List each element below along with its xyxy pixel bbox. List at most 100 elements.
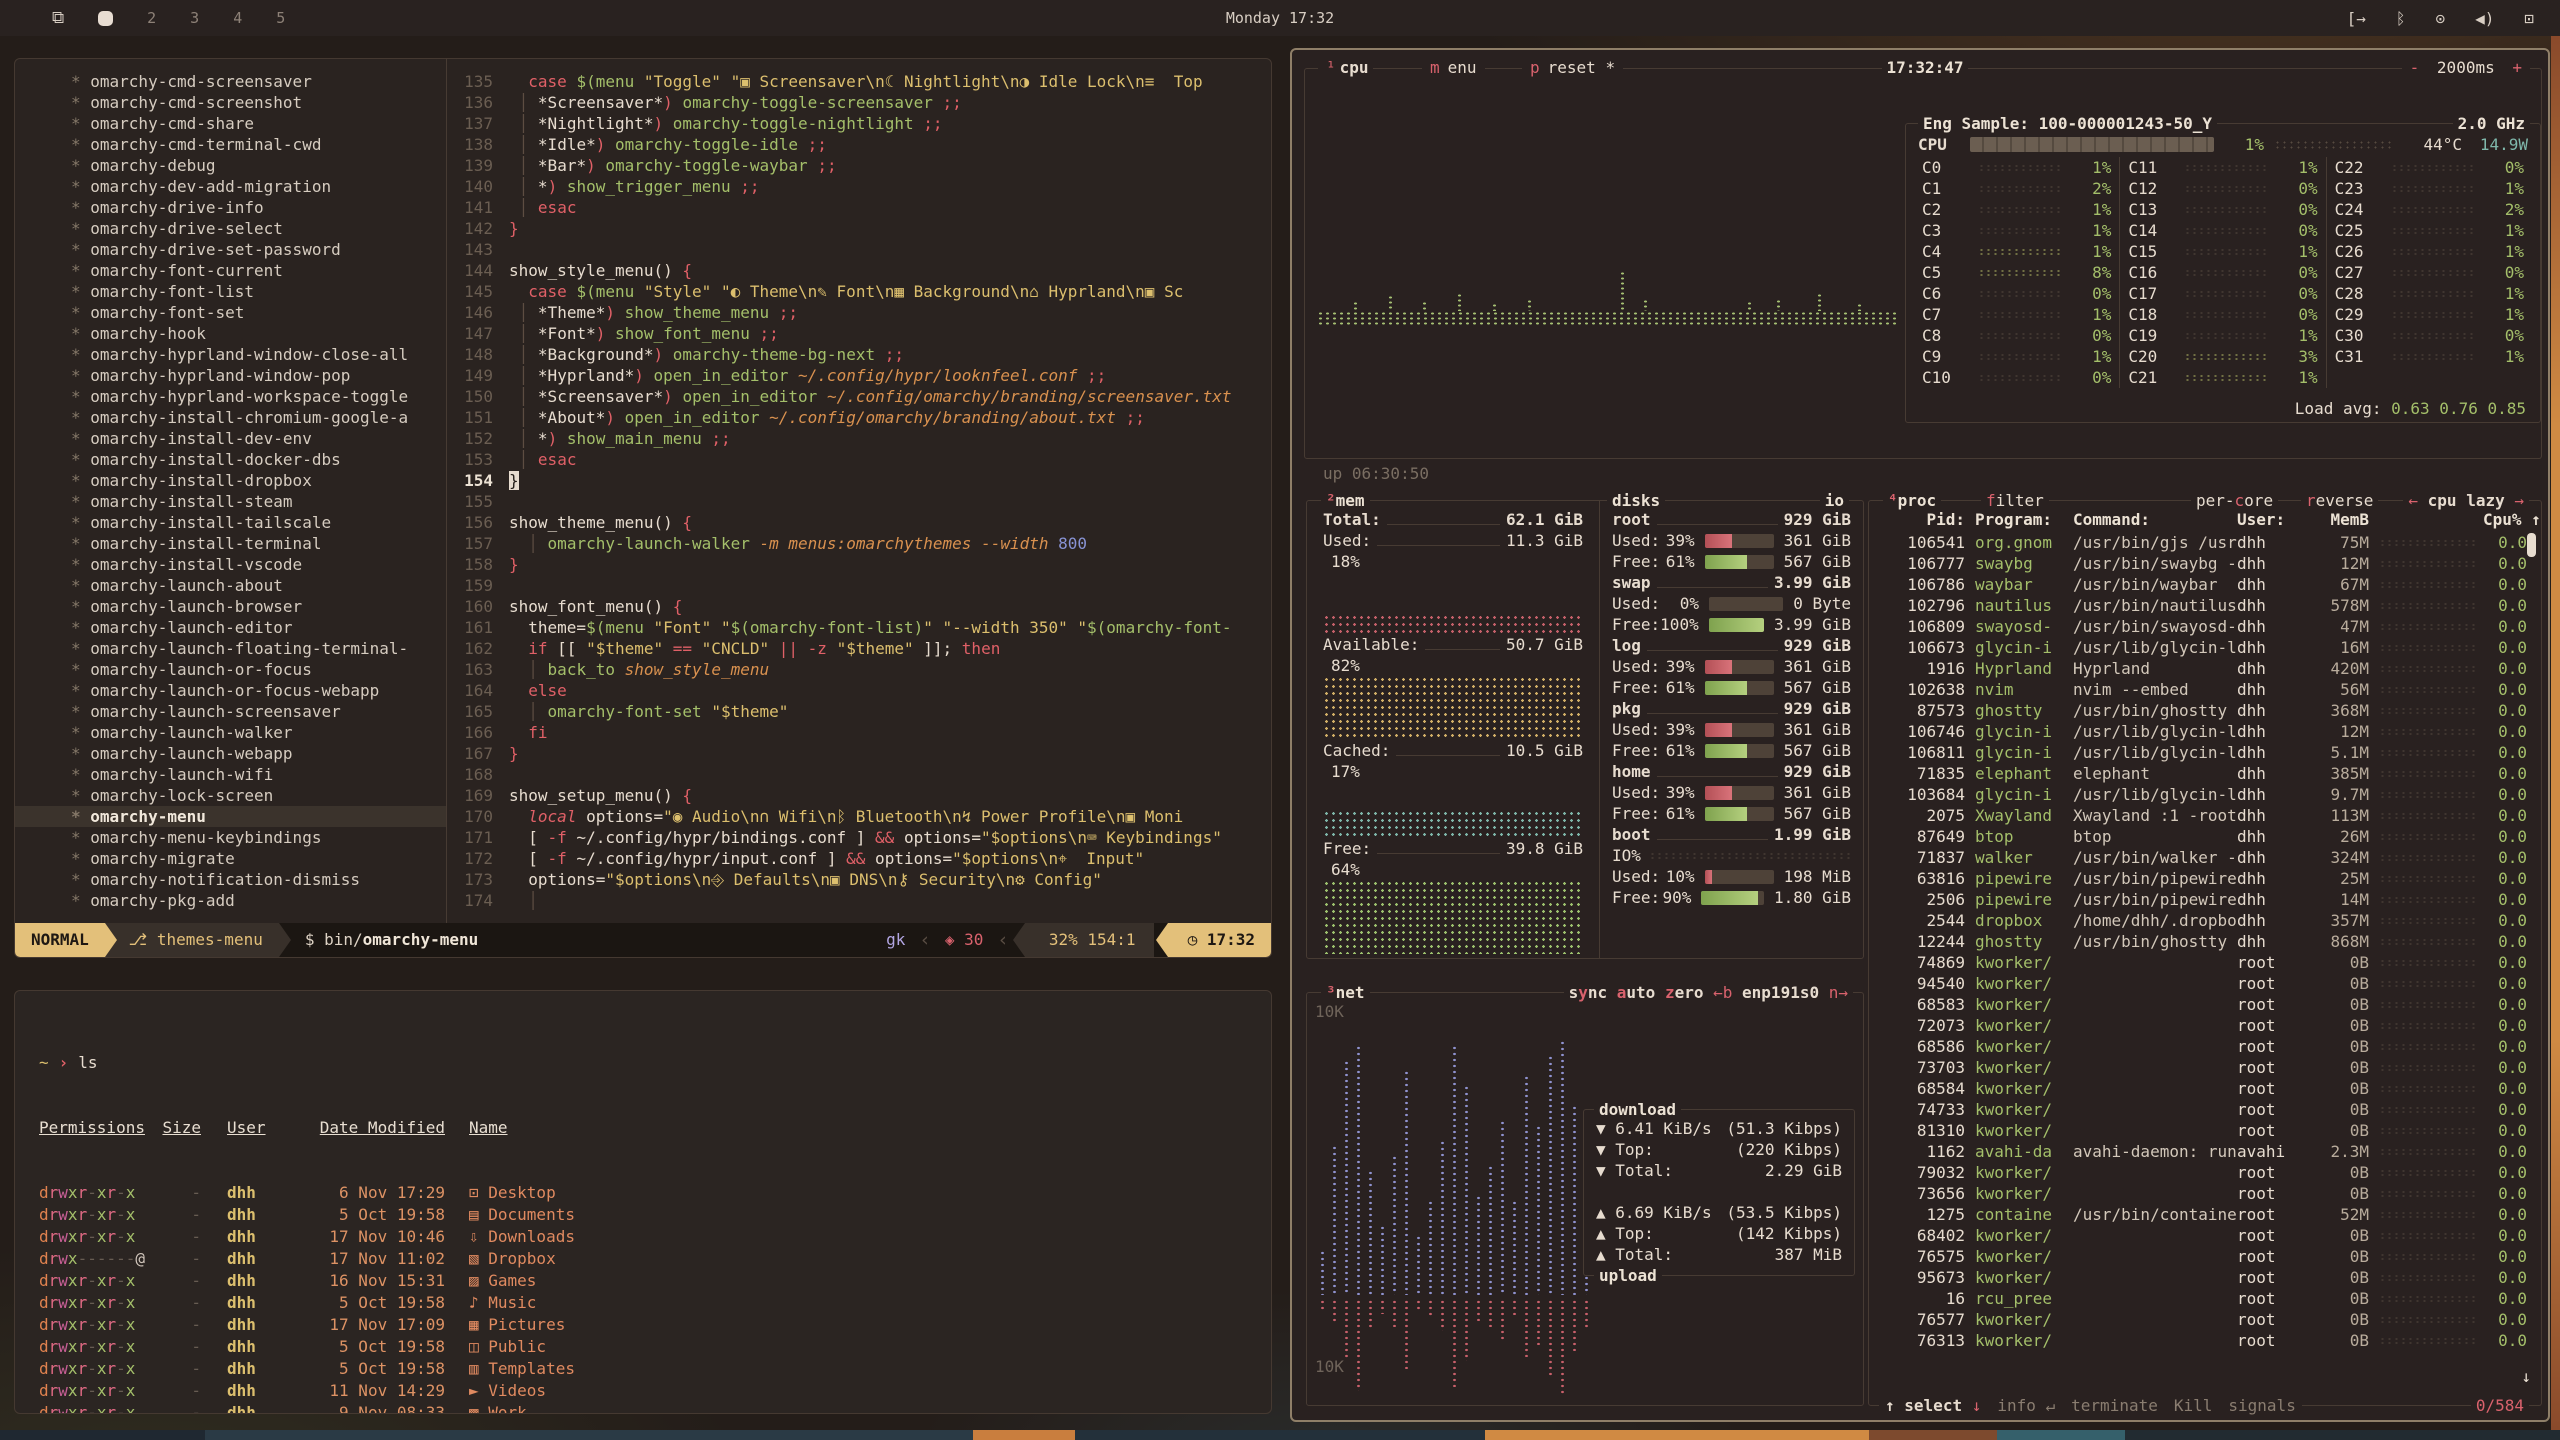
- process-row[interactable]: 68402kworker/root0B0.0: [1879, 1225, 2527, 1246]
- file-item[interactable]: * omarchy-hook: [71, 323, 446, 344]
- proc-scrollbar[interactable]: [2527, 533, 2536, 557]
- code-line[interactable]: 172 [ -f ~/.config/hypr/input.conf ] && …: [447, 848, 1271, 869]
- code-line[interactable]: 157 │ omarchy-launch-walker -m menus:oma…: [447, 533, 1271, 554]
- process-row[interactable]: 1916HyprlandHyprlanddhh420M0.0: [1879, 658, 2527, 679]
- file-item[interactable]: * omarchy-install-vscode: [71, 554, 446, 575]
- process-row[interactable]: 81310kworker/root0B0.0: [1879, 1120, 2527, 1141]
- process-row[interactable]: 76575kworker/root0B0.0: [1879, 1246, 2527, 1267]
- process-row[interactable]: 106777swaybg/usr/bin/swaybg -i /homdhh12…: [1879, 553, 2527, 574]
- code-line[interactable]: 143: [447, 239, 1271, 260]
- file-item[interactable]: * omarchy-menu: [15, 806, 446, 827]
- file-item[interactable]: * omarchy-menu-keybindings: [71, 827, 446, 848]
- process-row[interactable]: 68586kworker/root0B0.0: [1879, 1036, 2527, 1057]
- code-line[interactable]: 154}: [447, 470, 1271, 491]
- code-line[interactable]: 150 │ *Screensaver*) open_in_editor ~/.c…: [447, 386, 1271, 407]
- file-item[interactable]: * omarchy-drive-info: [71, 197, 446, 218]
- process-row[interactable]: 106811glycin-i/usr/lib/glycin-loadersdhh…: [1879, 742, 2527, 763]
- proc-percore-toggle[interactable]: per-core: [2191, 490, 2278, 511]
- code-line[interactable]: 142}: [447, 218, 1271, 239]
- process-row[interactable]: 94540kworker/root0B0.0: [1879, 973, 2527, 994]
- code-line[interactable]: 167}: [447, 743, 1271, 764]
- code-line[interactable]: 171 [ -f ~/.config/hypr/bindings.conf ] …: [447, 827, 1271, 848]
- process-row[interactable]: 76577kworker/root0B0.0: [1879, 1309, 2527, 1330]
- code-line[interactable]: 138 │ *Idle*) omarchy-toggle-idle ;;: [447, 134, 1271, 155]
- file-item[interactable]: * omarchy-launch-wifi: [71, 764, 446, 785]
- file-item[interactable]: * omarchy-launch-floating-terminal-: [71, 638, 446, 659]
- file-item[interactable]: * omarchy-debug: [71, 155, 446, 176]
- code-line[interactable]: 162 if [[ "$theme" == "CNCLD" || -z "$th…: [447, 638, 1271, 659]
- process-row[interactable]: 87649btopbtopdhh26M0.0: [1879, 826, 2527, 847]
- bluetooth-icon[interactable]: ᛒ: [2396, 9, 2406, 28]
- file-item[interactable]: * omarchy-hyprland-window-close-all: [71, 344, 446, 365]
- proc-reverse-toggle[interactable]: reverse: [2301, 490, 2378, 511]
- process-row[interactable]: 68583kworker/root0B0.0: [1879, 994, 2527, 1015]
- code-line[interactable]: 148 │ *Background*) omarchy-theme-bg-nex…: [447, 344, 1271, 365]
- code-line[interactable]: 152 │ *) show_main_menu ;;: [447, 428, 1271, 449]
- process-row[interactable]: 79032kworker/root0B0.0: [1879, 1162, 2527, 1183]
- workspace-1-active[interactable]: [98, 11, 113, 26]
- signals-control[interactable]: signals: [2228, 1395, 2295, 1416]
- select-control[interactable]: ↑ select ↓: [1885, 1395, 1981, 1416]
- code-line[interactable]: 144show_style_menu() {: [447, 260, 1271, 281]
- process-row[interactable]: 106746glycin-i/usr/lib/glycin-loadersdhh…: [1879, 721, 2527, 742]
- file-item[interactable]: * omarchy-launch-browser: [71, 596, 446, 617]
- proc-filter[interactable]: filter: [1981, 490, 2049, 511]
- code-line[interactable]: 146 │ *Theme*) show_theme_menu ;;: [447, 302, 1271, 323]
- workspace-3[interactable]: 3: [190, 9, 199, 27]
- file-item[interactable]: * omarchy-drive-select: [71, 218, 446, 239]
- code-line[interactable]: 163 │ back_to show_style_menu: [447, 659, 1271, 680]
- scroll-down-indicator[interactable]: ↓: [2521, 1366, 2531, 1387]
- file-item[interactable]: * omarchy-cmd-screensaver: [71, 71, 446, 92]
- file-item[interactable]: * omarchy-launch-editor: [71, 617, 446, 638]
- code-line[interactable]: 159: [447, 575, 1271, 596]
- code-line[interactable]: 139 │ *Bar*) omarchy-toggle-waybar ;;: [447, 155, 1271, 176]
- process-row[interactable]: 103684glycin-i/usr/lib/glycin-loadersdhh…: [1879, 784, 2527, 805]
- process-row[interactable]: 16rcu_preeroot0B0.0: [1879, 1288, 2527, 1309]
- process-row[interactable]: 106673glycin-i/usr/lib/glycin-loadersdhh…: [1879, 637, 2527, 658]
- btop-preset-button[interactable]: preset *: [1522, 57, 1623, 78]
- process-row[interactable]: 2544dropbox/home/dhh/.dropbox-distdhh357…: [1879, 910, 2527, 931]
- workspace-2[interactable]: 2: [147, 9, 156, 27]
- file-item[interactable]: * omarchy-launch-screensaver: [71, 701, 446, 722]
- chip-icon[interactable]: ⊡: [2524, 9, 2534, 28]
- process-row[interactable]: 106786waybar/usr/bin/waybardhh67M0.0: [1879, 574, 2527, 595]
- file-item[interactable]: * omarchy-install-tailscale: [71, 512, 446, 533]
- code-line[interactable]: 165 │ omarchy-font-set "$theme": [447, 701, 1271, 722]
- file-item[interactable]: * omarchy-hyprland-workspace-toggle: [71, 386, 446, 407]
- interval-control[interactable]: - 2000ms +: [2402, 57, 2530, 78]
- code-line[interactable]: 158}: [447, 554, 1271, 575]
- process-row[interactable]: 12244ghostty/usr/bin/ghostty --gtk-dhh86…: [1879, 931, 2527, 952]
- code-line[interactable]: 173 options="$options\n⎆ Defaults\n▣ DNS…: [447, 869, 1271, 890]
- code-line[interactable]: 160show_font_menu() {: [447, 596, 1271, 617]
- file-item[interactable]: * omarchy-migrate: [71, 848, 446, 869]
- process-row[interactable]: 74733kworker/root0B0.0: [1879, 1099, 2527, 1120]
- code-line[interactable]: 149 │ *Hyprland*) open_in_editor ~/.conf…: [447, 365, 1271, 386]
- workspace-4[interactable]: 4: [233, 9, 242, 27]
- code-line[interactable]: 145 case $(menu "Style" "◐ Theme\n✎ Font…: [447, 281, 1271, 302]
- info-control[interactable]: info ↵: [1997, 1395, 2055, 1416]
- net-controls[interactable]: sync auto zero ←b enp191s0 n→: [1564, 982, 1853, 1003]
- process-row[interactable]: 102638nvimnvim --embeddhh56M0.0: [1879, 679, 2527, 700]
- process-row[interactable]: 76313kworker/root0B0.0: [1879, 1330, 2527, 1351]
- file-item[interactable]: * omarchy-launch-about: [71, 575, 446, 596]
- file-item[interactable]: * omarchy-lock-screen: [71, 785, 446, 806]
- workspace-5[interactable]: 5: [276, 9, 285, 27]
- process-row[interactable]: 63816pipewire/usr/bin/pipewiredhh25M0.0: [1879, 868, 2527, 889]
- file-item[interactable]: * omarchy-dev-add-migration: [71, 176, 446, 197]
- file-item[interactable]: * omarchy-launch-or-focus-webapp: [71, 680, 446, 701]
- process-row[interactable]: 73703kworker/root0B0.0: [1879, 1057, 2527, 1078]
- file-item[interactable]: * omarchy-cmd-terminal-cwd: [71, 134, 446, 155]
- file-item[interactable]: * omarchy-install-dev-env: [71, 428, 446, 449]
- process-row[interactable]: 95673kworker/root0B0.0: [1879, 1267, 2527, 1288]
- net-title[interactable]: ³net: [1321, 982, 1370, 1003]
- process-row[interactable]: 74869kworker/root0B0.0: [1879, 952, 2527, 973]
- process-row[interactable]: 106809swayosd-/usr/bin/swayosd-serverdhh…: [1879, 616, 2527, 637]
- file-item[interactable]: * omarchy-font-list: [71, 281, 446, 302]
- code-line[interactable]: 169show_setup_menu() {: [447, 785, 1271, 806]
- file-item[interactable]: * omarchy-pkg-add: [71, 890, 446, 911]
- process-row[interactable]: 102796nautilus/usr/bin/nautilus --newdhh…: [1879, 595, 2527, 616]
- code-line[interactable]: 166 fi: [447, 722, 1271, 743]
- file-item[interactable]: * omarchy-notification-dismiss: [71, 869, 446, 890]
- code-line[interactable]: 140 │ *) show_trigger_menu ;;: [447, 176, 1271, 197]
- volume-icon[interactable]: ◀): [2475, 9, 2494, 28]
